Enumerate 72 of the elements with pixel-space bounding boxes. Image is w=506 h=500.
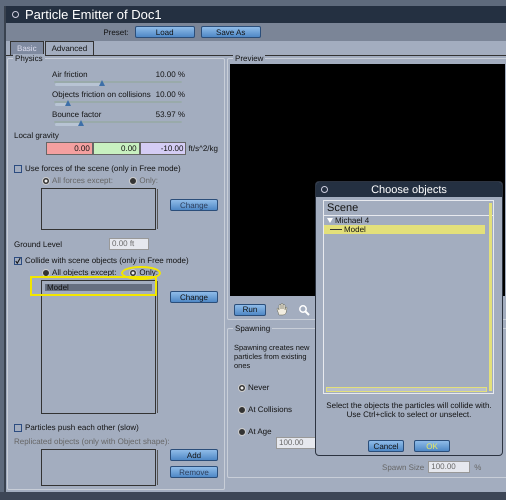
radio-button[interactable] — [129, 268, 138, 276]
field-label: Spawn Size — [382, 462, 424, 472]
button[interactable]: Change — [170, 199, 218, 211]
hand-icon — [276, 303, 288, 316]
radio-label: Never — [248, 383, 270, 392]
checkbox[interactable] — [14, 164, 22, 172]
scrollbar[interactable] — [157, 450, 160, 485]
slider-thumb[interactable] — [98, 80, 105, 86]
input-field[interactable]: 0.00 ft — [109, 238, 150, 250]
slider-label: Bounce factor — [52, 110, 102, 119]
radio-button[interactable] — [238, 428, 246, 436]
group-title: Preview — [233, 54, 266, 63]
tree-label: Model — [344, 225, 366, 234]
radio-label: All objects except: — [52, 268, 116, 277]
slider-label: Objects friction on collisions — [52, 90, 151, 99]
window-title: Particle Emitter of Doc1 — [25, 7, 162, 22]
input-field[interactable]: 0.00 — [92, 142, 140, 155]
unit-label: % — [474, 462, 482, 472]
radio-label: Only: — [139, 176, 158, 185]
radio-label: At Age — [248, 427, 272, 436]
radio-button[interactable] — [238, 406, 246, 414]
hint-text: Select the objects the particles will collide with. Use Ctrl+click to select or unselect. — [325, 401, 493, 419]
list-item[interactable]: Model — [45, 284, 152, 291]
tree-label: Michael 4 — [335, 216, 370, 225]
tab[interactable]: Advanced — [44, 41, 94, 55]
scrollbar[interactable] — [489, 203, 492, 391]
group-title: Spawning — [233, 324, 272, 333]
button[interactable]: Cancel — [368, 440, 404, 452]
radio-label: At Collisions — [248, 405, 292, 414]
radio-button[interactable] — [42, 268, 50, 276]
checkbox-label: Particles push each other (slow) — [25, 423, 139, 432]
dialog-title: Choose objects — [371, 184, 447, 196]
input-field[interactable]: -10.00 — [140, 142, 186, 155]
expand-arrow-icon — [327, 218, 333, 223]
button[interactable]: Add — [170, 449, 218, 461]
checkbox[interactable] — [14, 256, 22, 264]
scrollbar[interactable] — [157, 189, 160, 229]
input-field[interactable]: 100.00 — [428, 461, 470, 473]
section-label: Replicated objects (only with Object shape): — [14, 437, 171, 446]
checkbox[interactable] — [14, 424, 22, 432]
window-dot-icon — [321, 186, 328, 193]
radio-label: All forces except: — [52, 176, 113, 185]
checkbox-label: Use forces of the scene (only in Free mode) — [25, 164, 181, 173]
radio-button[interactable] — [129, 176, 138, 184]
radio-label: Only: — [139, 268, 158, 277]
radio-button[interactable] — [238, 384, 246, 392]
gravity-label: Local gravity — [14, 131, 60, 140]
radio-button[interactable] — [42, 176, 50, 184]
button[interactable]: Save As — [200, 26, 261, 38]
slider-value: 10.00 % — [156, 90, 185, 99]
slider-value: 53.97 % — [156, 110, 185, 119]
button[interactable]: Run — [234, 304, 266, 316]
highlight-ellipse — [121, 266, 161, 280]
tree-item[interactable]: Michael 4 — [324, 216, 485, 225]
slider-thumb[interactable] — [78, 120, 84, 126]
slider-thumb[interactable] — [64, 100, 71, 106]
button[interactable]: Change — [170, 291, 218, 303]
unit-label: ft/s^2/kg — [188, 144, 218, 153]
scrollbar[interactable] — [157, 281, 160, 413]
slider-value: 10.00 % — [156, 70, 185, 79]
search-icon — [298, 304, 310, 316]
input-field[interactable]: 0.00 — [46, 142, 93, 155]
dash-icon — [330, 228, 342, 231]
button[interactable]: Load — [134, 26, 195, 38]
group-title: Physics — [13, 54, 45, 63]
slider-label: Air friction — [52, 70, 88, 79]
window-dot-icon — [12, 11, 19, 18]
ground-label: Ground Level — [14, 240, 62, 248]
input-field[interactable]: 100.00 — [276, 437, 316, 449]
checkbox-label: Collide with scene objects (only in Free mode) — [25, 256, 189, 265]
preset-label: Preset: — [103, 28, 129, 36]
tree-item[interactable]: Model — [324, 225, 485, 234]
